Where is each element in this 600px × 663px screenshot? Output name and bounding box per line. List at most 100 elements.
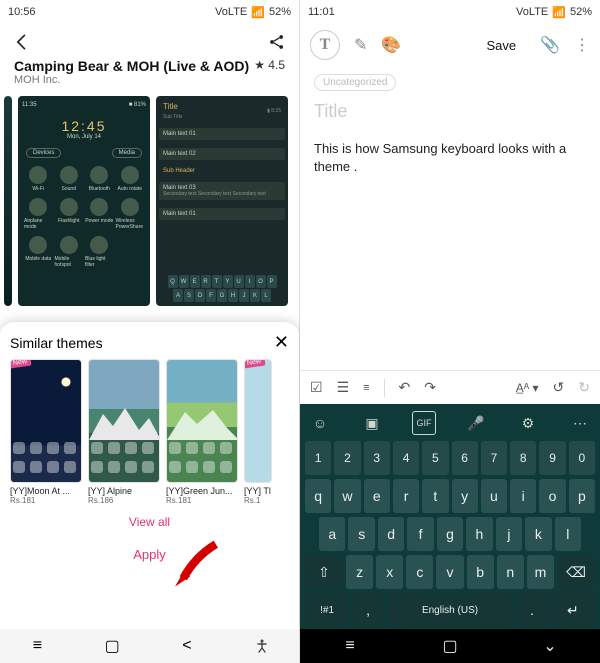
screenshot-2[interactable]: 11:35■ 81% 12:45 Mon, July 14 Devices Me… <box>18 96 150 306</box>
shift-key[interactable]: ⇧ <box>305 555 343 589</box>
screenshots-row[interactable]: 11:35■ 81% 12:45 Mon, July 14 Devices Me… <box>0 92 299 310</box>
theme-item[interactable]: [YY]Green Jun... Rs.181 <box>166 359 238 505</box>
text-style-icon[interactable]: A̲ᴬ ▾ <box>516 381 539 395</box>
title-field[interactable]: Title <box>314 101 586 122</box>
keyboard-hide-icon[interactable]: ⌄ <box>540 636 560 656</box>
key-4[interactable]: 4 <box>393 441 419 475</box>
key-q[interactable]: q <box>305 479 331 513</box>
key-a[interactable]: a <box>319 517 345 551</box>
bullet-list-icon[interactable]: ☰ <box>337 379 350 396</box>
key-y[interactable]: y <box>452 479 478 513</box>
nav-bar: ≡ ▢ < <box>0 629 299 663</box>
key-5[interactable]: 5 <box>422 441 448 475</box>
theme-item[interactable]: New [YY]Moon At ... Rs.181 <box>10 359 82 505</box>
theme-price: Rs.181 <box>10 496 82 505</box>
key-0[interactable]: 0 <box>569 441 595 475</box>
key-o[interactable]: o <box>539 479 565 513</box>
theme-item[interactable]: [YY] Alpine Rs.186 <box>88 359 160 505</box>
key-k[interactable]: k <box>525 517 551 551</box>
home-icon[interactable]: ▢ <box>102 636 122 656</box>
expand-icon[interactable]: ⋯ <box>568 411 592 435</box>
screenshot-1[interactable] <box>4 96 12 306</box>
indent-icon[interactable]: ↷ <box>424 379 436 396</box>
key-9[interactable]: 9 <box>539 441 565 475</box>
theme-name: [YY] Alpine <box>88 486 160 496</box>
key-x[interactable]: x <box>376 555 403 589</box>
key-j[interactable]: j <box>496 517 522 551</box>
shot2-date: Mon, July 14 <box>22 134 146 140</box>
key-m[interactable]: m <box>527 555 554 589</box>
apply-button[interactable]: Apply <box>10 533 289 576</box>
view-all-button[interactable]: View all <box>10 505 289 533</box>
key-8[interactable]: 8 <box>510 441 536 475</box>
home-icon[interactable]: ▢ <box>440 636 460 656</box>
note-text[interactable]: This is how Samsung keyboard looks with … <box>314 140 586 176</box>
key-w[interactable]: w <box>334 479 360 513</box>
back-icon[interactable] <box>12 32 32 52</box>
theme-price: Rs.1 <box>244 496 272 505</box>
key-s[interactable]: s <box>348 517 374 551</box>
text-tool-button[interactable]: T <box>310 30 340 60</box>
category-chip[interactable]: Uncategorized <box>314 74 396 91</box>
key-n[interactable]: n <box>497 555 524 589</box>
period-key[interactable]: . <box>516 593 548 627</box>
status-time: 10:56 <box>8 6 36 18</box>
recents-icon[interactable]: ≡ <box>340 636 360 656</box>
key-1[interactable]: 1 <box>305 441 331 475</box>
key-7[interactable]: 7 <box>481 441 507 475</box>
note-body[interactable]: Uncategorized Title This is how Samsung … <box>300 66 600 370</box>
redo-icon[interactable]: ↻ <box>578 379 590 396</box>
key-l[interactable]: l <box>555 517 581 551</box>
pen-tool-icon[interactable]: ✎ <box>354 35 367 55</box>
more-icon[interactable]: ⋮ <box>574 35 590 55</box>
status-bat: 52% <box>269 6 291 18</box>
key-g[interactable]: g <box>437 517 463 551</box>
number-list-icon[interactable]: ≡ <box>363 382 369 394</box>
key-z[interactable]: z <box>346 555 373 589</box>
share-icon[interactable] <box>267 32 287 52</box>
key-r[interactable]: r <box>393 479 419 513</box>
similar-themes-row[interactable]: New [YY]Moon At ... Rs.181 [YY] Alpine R… <box>10 359 289 505</box>
attach-icon[interactable]: 📎 <box>540 35 560 55</box>
undo-icon[interactable]: ↺ <box>553 379 565 396</box>
symbols-key[interactable]: !#1 <box>305 593 349 627</box>
key-b[interactable]: b <box>467 555 494 589</box>
key-h[interactable]: h <box>466 517 492 551</box>
voice-icon[interactable]: 🎤 <box>464 411 488 435</box>
key-c[interactable]: c <box>406 555 433 589</box>
screenshot-3[interactable]: TitleSub Title▮ 8:25 Main text 01 Main t… <box>156 96 288 306</box>
palette-icon[interactable]: 🎨 <box>381 35 401 55</box>
key-3[interactable]: 3 <box>364 441 390 475</box>
key-i[interactable]: i <box>510 479 536 513</box>
back-nav-icon[interactable]: < <box>177 636 197 656</box>
title-block: Camping Bear & MOH (Live & AOD) ★ 4.5 MO… <box>0 56 299 92</box>
status-time: 11:01 <box>308 6 335 18</box>
key-u[interactable]: u <box>481 479 507 513</box>
key-v[interactable]: v <box>436 555 463 589</box>
accessibility-icon[interactable] <box>252 636 272 656</box>
outdent-icon[interactable]: ↶ <box>399 379 411 396</box>
emoji-icon[interactable]: ☺ <box>308 411 332 435</box>
checkbox-list-icon[interactable]: ☑ <box>310 379 323 396</box>
theme-name: [YY]Green Jun... <box>166 486 238 496</box>
key-d[interactable]: d <box>378 517 404 551</box>
key-2[interactable]: 2 <box>334 441 360 475</box>
key-e[interactable]: e <box>364 479 390 513</box>
save-button[interactable]: Save <box>486 38 516 53</box>
settings-icon[interactable]: ⚙ <box>516 411 540 435</box>
close-icon[interactable]: ✕ <box>274 332 289 353</box>
key-p[interactable]: p <box>569 479 595 513</box>
theme-item[interactable]: New [YY] Tl Rs.1 <box>244 359 272 505</box>
gif-icon[interactable]: GIF <box>412 411 436 435</box>
publisher: MOH Inc. <box>14 74 285 86</box>
comma-key[interactable]: , <box>352 593 384 627</box>
backspace-key[interactable]: ⌫ <box>557 555 595 589</box>
enter-key[interactable]: ↵ <box>551 593 595 627</box>
theme-name: [YY] Tl <box>244 486 272 496</box>
key-f[interactable]: f <box>407 517 433 551</box>
recents-icon[interactable]: ≡ <box>27 636 47 656</box>
key-t[interactable]: t <box>422 479 448 513</box>
sticker-icon[interactable]: ▣ <box>360 411 384 435</box>
space-key[interactable]: English (US) <box>387 593 513 627</box>
key-6[interactable]: 6 <box>452 441 478 475</box>
